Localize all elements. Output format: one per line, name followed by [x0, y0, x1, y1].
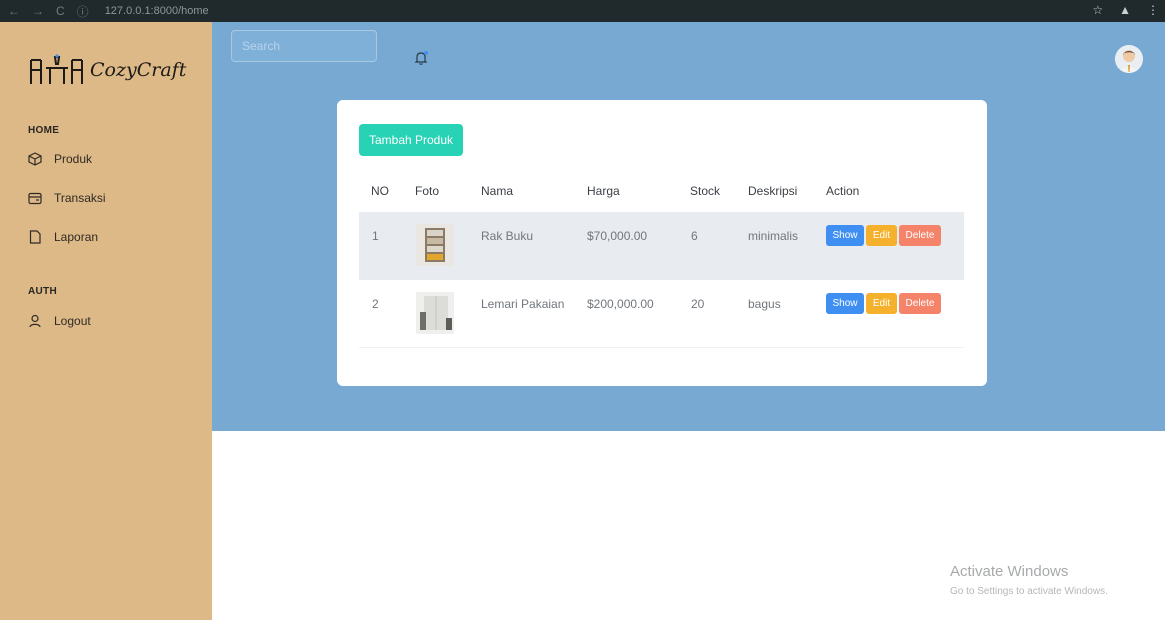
sidebar: CozyCraft HOME Produk Transaksi Laporan … [0, 22, 212, 620]
sidebar-item-label: Transaksi [54, 191, 106, 205]
table-row: 2 Lemari Pakaian $200,000.00 20 bagus Sh… [359, 280, 964, 348]
column-header-stock: Stock [690, 184, 721, 198]
reload-icon[interactable]: C [56, 4, 65, 18]
cell-no: 1 [372, 229, 379, 243]
column-header-action: Action [826, 184, 860, 198]
notification-bell-icon[interactable] [413, 50, 429, 71]
edit-button[interactable]: Edit [866, 225, 897, 246]
column-header-no: NO [371, 184, 389, 198]
cell-nama: Lemari Pakaian [481, 297, 565, 311]
sidebar-item-label: Produk [54, 152, 93, 166]
activate-windows-watermark: Activate Windows [950, 563, 1069, 580]
activate-windows-hint: Go to Settings to activate Windows. [950, 586, 1108, 597]
site-info-icon[interactable]: ⓘ [77, 3, 89, 20]
address-bar[interactable]: 127.0.0.1:8000/home [105, 5, 209, 17]
back-icon[interactable]: ← [8, 4, 20, 18]
user-icon [29, 314, 41, 328]
table-row: 1 Rak Buku $70,000.00 6 minimalis Show E… [359, 212, 964, 280]
cell-harga: $200,000.00 [587, 297, 654, 311]
brand-name: CozyCraft [90, 59, 187, 81]
column-header-harga: Harga [587, 184, 620, 198]
edit-button[interactable]: Edit [866, 293, 897, 314]
sidebar-item-transaksi[interactable]: Transaksi [28, 191, 106, 205]
wardrobe-photo [416, 292, 454, 334]
sidebar-item-label: Laporan [54, 230, 99, 244]
cell-stock: 20 [691, 297, 705, 311]
delete-button[interactable]: Delete [899, 225, 941, 246]
furniture-logo-icon [30, 54, 83, 84]
cell-harga: $70,000.00 [587, 229, 648, 243]
file-icon [29, 230, 41, 244]
section-home-label: HOME [28, 125, 60, 136]
section-auth-label: AUTH [28, 286, 57, 297]
wallet-icon [28, 192, 42, 205]
product-table-card: Tambah Produk NO Foto Nama Harga Stock D… [337, 100, 987, 386]
brand-logo[interactable]: CozyCraft [28, 54, 186, 86]
avatar-icon [1115, 45, 1143, 73]
sidebar-item-logout[interactable]: Logout [28, 314, 91, 328]
column-header-nama: Nama [481, 184, 514, 198]
cell-stock: 6 [691, 229, 698, 243]
sidebar-item-laporan[interactable]: Laporan [28, 230, 98, 244]
cell-no: 2 [372, 297, 379, 311]
cell-deskripsi: bagus [748, 297, 781, 311]
cell-nama: Rak Buku [481, 229, 534, 243]
browser-toolbar: ← → C ⓘ 127.0.0.1:8000/home ☆ ▲ ⋮ [0, 0, 1165, 22]
search-input[interactable] [231, 30, 377, 62]
delete-button[interactable]: Delete [899, 293, 941, 314]
sidebar-item-produk[interactable]: Produk [28, 152, 92, 166]
add-product-button[interactable]: Tambah Produk [359, 124, 463, 156]
browser-menu-icon[interactable]: ⋮ [1147, 3, 1159, 17]
user-avatar[interactable] [1115, 45, 1143, 73]
show-button[interactable]: Show [826, 293, 864, 314]
bookshelf-photo [416, 224, 454, 266]
profile-icon[interactable]: ▲ [1119, 3, 1131, 17]
sidebar-item-label: Logout [54, 314, 91, 328]
column-header-deskripsi: Deskripsi [748, 184, 798, 198]
cell-deskripsi: minimalis [748, 229, 799, 243]
bookmark-star-icon[interactable]: ☆ [1092, 3, 1103, 17]
show-button[interactable]: Show [826, 225, 864, 246]
forward-icon[interactable]: → [32, 4, 44, 18]
column-header-foto: Foto [415, 184, 440, 198]
box-icon [28, 152, 42, 166]
